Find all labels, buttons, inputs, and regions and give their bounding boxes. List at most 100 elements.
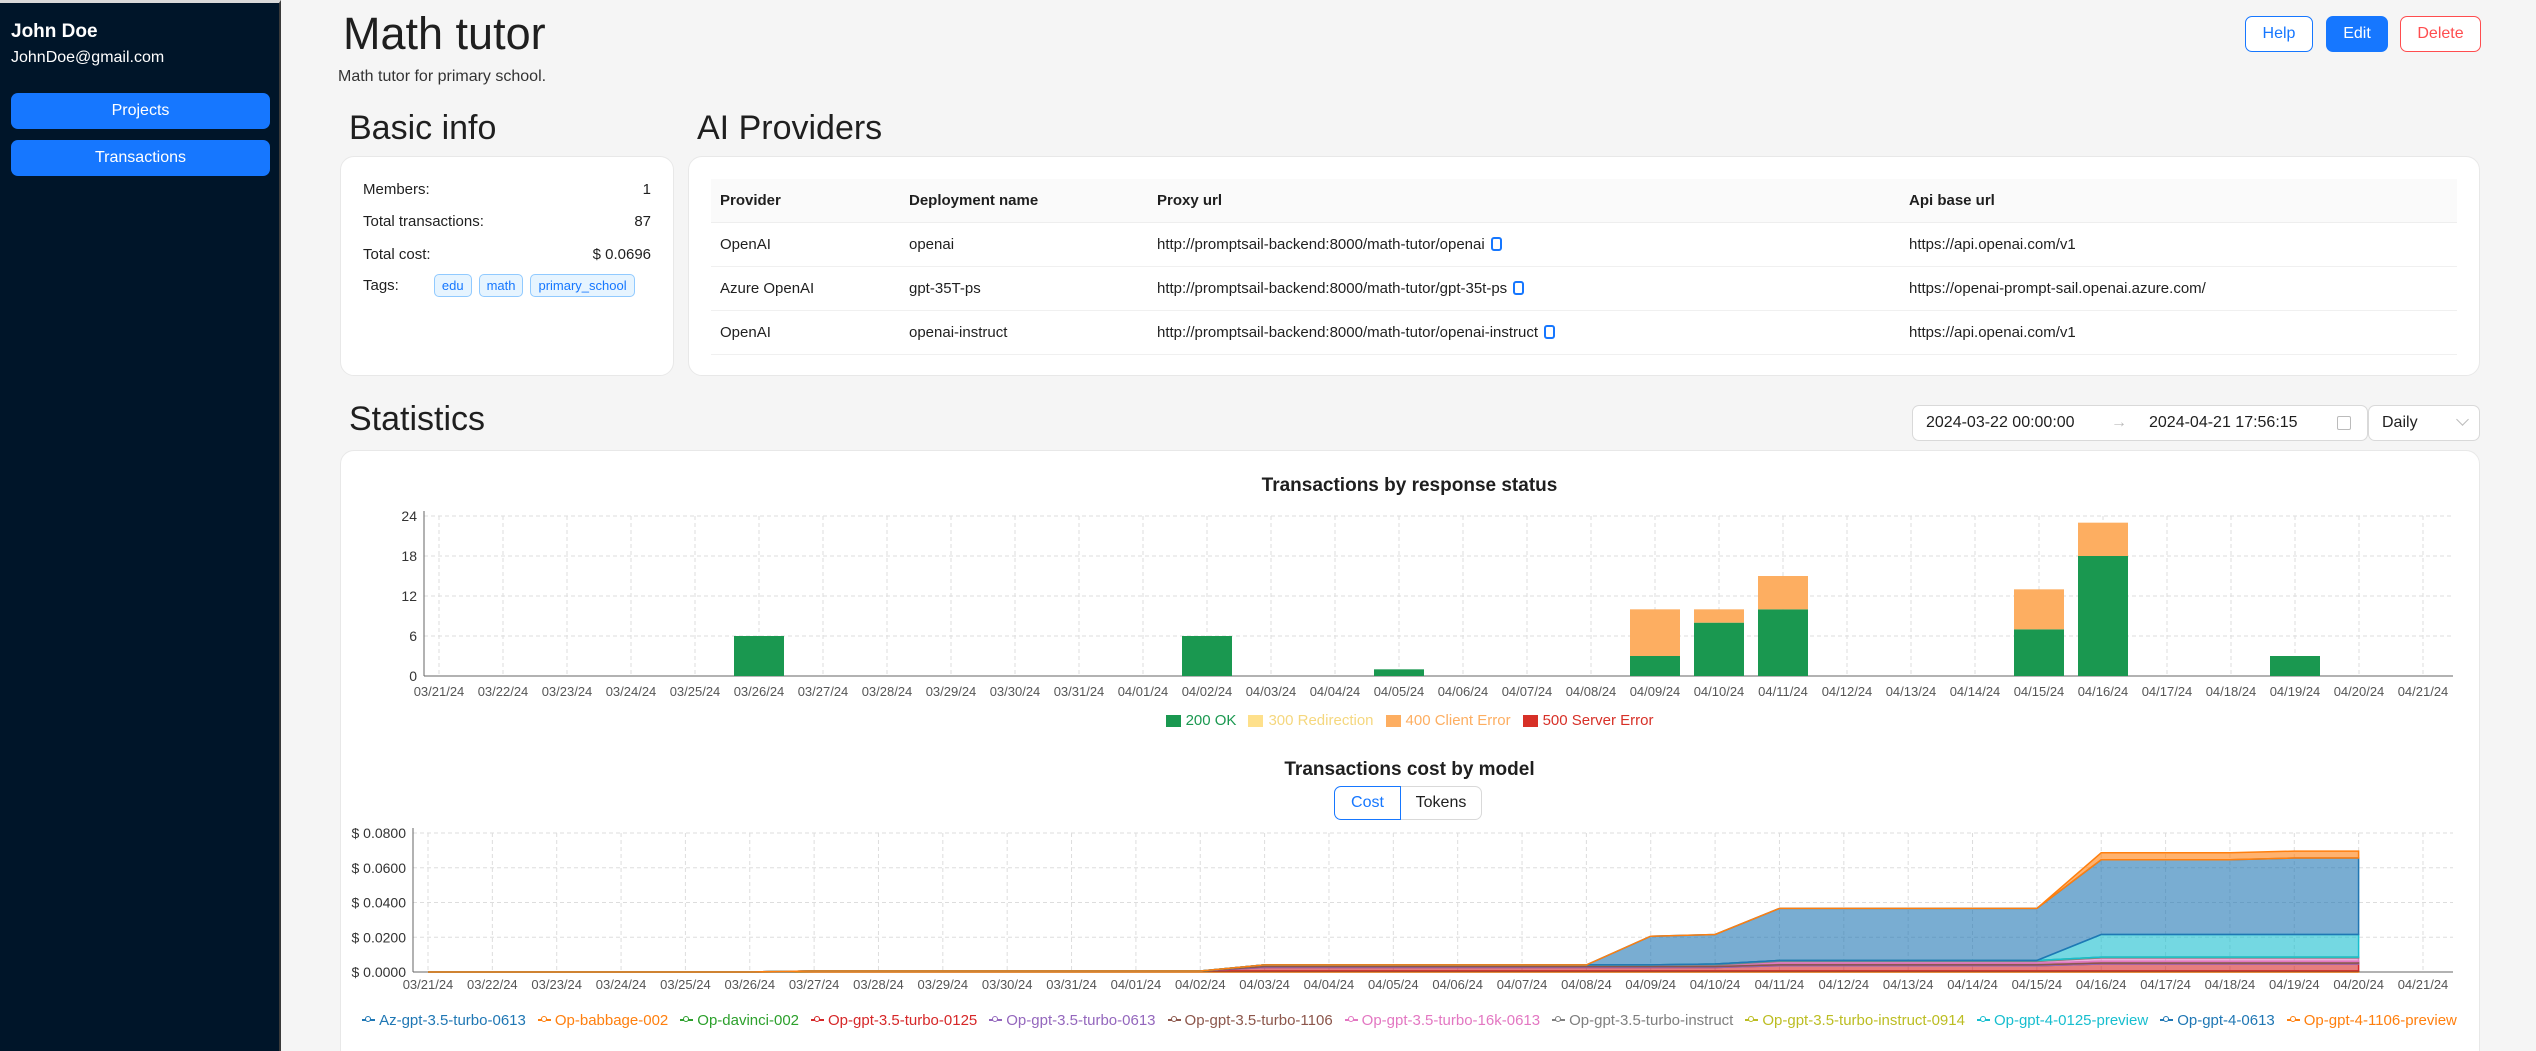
basic-info-title: Basic info <box>349 109 497 147</box>
tag[interactable]: edu <box>433 274 472 297</box>
x-tick-label: 04/15/24 <box>2012 977 2063 992</box>
table-row: OpenAI openai-instruct http://promptsail… <box>711 310 2457 355</box>
legend-item[interactable]: Az-gpt-3.5-turbo-0613 <box>362 1010 526 1031</box>
x-tick-label: 04/21/24 <box>2398 977 2449 992</box>
projects-button[interactable]: Projects <box>11 93 270 129</box>
basic-info-card: Members: 1 Total transactions: 87 Total … <box>340 156 674 376</box>
proxy-url: http://promptsail-backend:8000/math-tuto… <box>1157 235 1485 253</box>
proxy-url: http://promptsail-backend:8000/math-tuto… <box>1157 323 1539 341</box>
x-tick-label: 04/14/24 <box>1947 977 1998 992</box>
legend-item[interactable]: Op-gpt-3.5-turbo-0613 <box>989 1010 1156 1031</box>
x-tick-label: 03/28/24 <box>862 684 913 699</box>
x-tick-label: 03/24/24 <box>606 684 657 699</box>
legend-swatch <box>1385 714 1401 727</box>
legend-item[interactable]: Op-gpt-4-0613 <box>2160 1010 2275 1031</box>
legend-item[interactable]: 300 Redirection <box>1248 712 1374 729</box>
legend-marker <box>362 1016 376 1022</box>
x-tick-label: 03/29/24 <box>918 977 969 992</box>
bar <box>2014 629 2064 676</box>
x-tick-label: 04/12/24 <box>1822 684 1873 699</box>
cost-label: Total cost: <box>363 246 431 263</box>
x-tick-label: 04/05/24 <box>1374 684 1425 699</box>
column-header[interactable]: Api base url <box>1900 179 2457 223</box>
x-tick-label: 03/31/24 <box>1054 684 1105 699</box>
legend-item[interactable]: Op-davinci-002 <box>680 1010 799 1031</box>
y-tick-label: 0 <box>409 668 417 684</box>
api-cell: https://api.openai.com/v1 <box>1900 222 2457 267</box>
statistics-title: Statistics <box>349 400 486 438</box>
x-tick-label: 04/10/24 <box>1690 977 1741 992</box>
status-chart-title: Transactions by response status <box>1261 475 1558 496</box>
copy-icon[interactable] <box>1544 324 1556 339</box>
column-header[interactable]: Provider <box>711 179 900 223</box>
granularity-select[interactable]: Daily <box>2368 405 2480 441</box>
transactions-value: 87 <box>634 213 651 230</box>
legend-item[interactable]: Op-babbage-002 <box>537 1010 668 1031</box>
transactions-button[interactable]: Transactions <box>11 140 270 176</box>
tags-label: Tags: <box>363 277 399 294</box>
date-range-picker[interactable]: 2024-03-22 00:00:00 → 2024-04-21 17:56:1… <box>1912 405 2368 441</box>
tag[interactable]: primary_school <box>530 274 635 297</box>
calendar-icon <box>2337 416 2351 430</box>
x-tick-label: 03/25/24 <box>670 684 721 699</box>
column-header[interactable]: Deployment name <box>900 179 1148 223</box>
legend-item[interactable]: Op-gpt-4-0125-preview <box>1976 1010 2149 1031</box>
edit-button[interactable]: Edit <box>2326 16 2388 52</box>
members-label: Members: <box>363 181 430 198</box>
legend-label: Op-gpt-3.5-turbo-1106 <box>1184 1011 1333 1029</box>
y-tick-label: 12 <box>401 588 417 604</box>
x-tick-label: 04/02/24 <box>1182 684 1233 699</box>
legend-label: Op-gpt-4-0125-preview <box>1993 1011 2149 1029</box>
legend-item[interactable]: Op-gpt-3.5-turbo-instruct-0914 <box>1745 1010 1965 1031</box>
help-button[interactable]: Help <box>2245 16 2313 52</box>
legend-marker <box>2160 1016 2174 1022</box>
cost-toggle[interactable]: Cost <box>1334 786 1401 820</box>
page-title: Math tutor <box>343 8 546 59</box>
tags-row: Tags: edu math primary_school <box>363 274 651 297</box>
legend-label: 200 OK <box>1185 712 1237 729</box>
legend-item[interactable]: Op-gpt-3.5-turbo-16k-0613 <box>1344 1010 1540 1031</box>
x-tick-label: 03/26/24 <box>734 684 785 699</box>
x-tick-label: 04/06/24 <box>1438 684 1489 699</box>
legend-label: Op-gpt-3.5-turbo-0125 <box>828 1011 978 1029</box>
legend-item[interactable]: 400 Client Error <box>1385 712 1511 729</box>
delete-button[interactable]: Delete <box>2400 16 2481 52</box>
legend-item[interactable]: 200 OK <box>1165 712 1237 729</box>
tokens-toggle[interactable]: Tokens <box>1401 786 1482 820</box>
y-tick-label: $ 0.0200 <box>352 929 407 945</box>
x-tick-label: 03/27/24 <box>798 684 849 699</box>
cost-value: $ 0.0696 <box>592 246 651 263</box>
x-tick-label: 04/20/24 <box>2334 684 2385 699</box>
bar <box>734 636 784 676</box>
date-to[interactable]: 2024-04-21 17:56:15 <box>2149 414 2298 432</box>
legend-item[interactable]: Op-gpt-3.5-turbo-1106 <box>1167 1010 1333 1031</box>
date-from[interactable]: 2024-03-22 00:00:00 <box>1926 414 2075 432</box>
table-header-row: Provider Deployment name Proxy url Api b… <box>711 179 2457 223</box>
legend-item[interactable]: Op-gpt-4-1106-preview <box>2286 1010 2457 1031</box>
legend-item[interactable]: Op-gpt-3.5-turbo-instruct <box>1552 1010 1733 1031</box>
bar <box>1630 656 1680 676</box>
user-email: JohnDoe@gmail.com <box>11 49 165 66</box>
x-tick-label: 03/23/24 <box>531 977 582 992</box>
copy-icon[interactable] <box>1513 280 1525 295</box>
provider-cell: Azure OpenAI <box>711 266 900 311</box>
x-tick-label: 04/13/24 <box>1883 977 1934 992</box>
x-tick-label: 03/22/24 <box>467 977 518 992</box>
cost-chart-legend: Az-gpt-3.5-turbo-0613 Op-babbage-002 Op-da… <box>283 1006 2536 1031</box>
status-chart-legend: 200 OK 300 Redirection 400 Client Error 500… <box>283 712 2536 732</box>
chevron-down-icon <box>2456 413 2469 426</box>
bar <box>1758 576 1808 610</box>
x-tick-label: 03/23/24 <box>542 684 593 699</box>
legend-item[interactable]: 500 Server Error <box>1522 712 1653 729</box>
legend-label: 400 Client Error <box>1405 712 1511 729</box>
copy-icon[interactable] <box>1490 236 1502 251</box>
legend-item[interactable]: Op-gpt-3.5-turbo-0125 <box>811 1010 977 1031</box>
tag[interactable]: math <box>478 274 524 297</box>
deployment-cell: gpt-35T-ps <box>900 266 1148 311</box>
legend-label: Op-gpt-4-1106-preview <box>2303 1011 2457 1029</box>
column-header[interactable]: Proxy url <box>1148 179 1900 223</box>
user-name: John Doe <box>11 21 98 42</box>
bar <box>1694 609 1744 623</box>
table-row: OpenAI openai http://promptsail-backend:… <box>711 222 2457 267</box>
legend-marker <box>989 1016 1003 1022</box>
